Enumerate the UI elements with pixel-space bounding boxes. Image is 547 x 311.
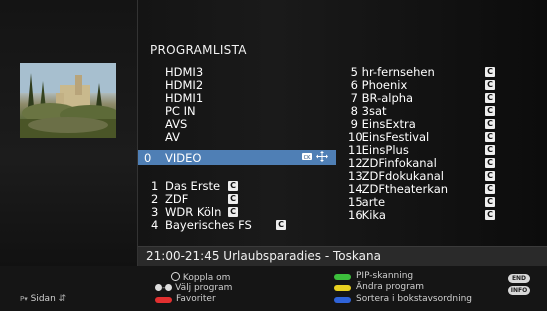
channel-list-left: 1 Das Erste C 2 ZDF C 3 WDR Köln C 4 Bayeris… bbox=[151, 180, 286, 232]
crypto-icon: C bbox=[485, 80, 495, 90]
crypto-icon: C bbox=[485, 132, 495, 142]
program-info-text: 21:00-21:45 Urlaubsparadies - Toskana bbox=[146, 249, 381, 263]
page-title: PROGRAMLISTA bbox=[150, 43, 247, 57]
preview-thumbnail bbox=[20, 63, 116, 138]
crypto-icon: C bbox=[485, 197, 495, 207]
edit-program-hint: Ändra program bbox=[356, 282, 425, 292]
ok-icon bbox=[171, 272, 180, 281]
svg-text:CK: CK bbox=[304, 155, 311, 161]
list-item[interactable]: AV bbox=[165, 131, 203, 144]
crypto-icon: C bbox=[485, 145, 495, 155]
selected-row-video[interactable]: 0 VIDEO CK bbox=[138, 150, 336, 165]
select-program-hint: - Välj program bbox=[155, 283, 232, 293]
crypto-icon: C bbox=[485, 93, 495, 103]
input-source-list: HDMI3 HDMI2 HDMI1 PC IN AVS AV bbox=[165, 66, 203, 144]
page-up-down-icon: P▾ bbox=[20, 295, 28, 303]
blue-key-icon bbox=[334, 297, 351, 303]
digit-9-icon bbox=[165, 284, 173, 291]
crypto-icon: C bbox=[485, 67, 495, 77]
yellow-key-icon bbox=[334, 285, 351, 291]
favorites-hint: Favoriter bbox=[176, 294, 216, 304]
program-info-bar: 21:00-21:45 Urlaubsparadies - Toskana bbox=[138, 246, 547, 267]
channel-row[interactable]: 16 Kika C bbox=[348, 209, 508, 222]
channel-list-right: 5 hr-fernsehen C 6 Phoenix C 7 BR-alpha C 8… bbox=[348, 66, 508, 222]
crypto-icon: C bbox=[485, 106, 495, 116]
page-hint: P▾ Sidan ⇵ bbox=[20, 294, 67, 304]
selected-label: VIDEO bbox=[165, 151, 202, 165]
pip-scan-hint: PIP-skanning bbox=[356, 271, 414, 281]
crypto-icon: C bbox=[228, 181, 238, 191]
crypto-icon: C bbox=[485, 184, 495, 194]
footer-help: P▾ Sidan ⇵ Koppla om - Välj program Favo… bbox=[0, 266, 547, 311]
program-list-screen: PROGRAMLISTA HDMI3 HDMI2 HDMI1 PC IN AVS… bbox=[0, 0, 547, 311]
crypto-icon: C bbox=[485, 158, 495, 168]
red-key-icon bbox=[155, 297, 172, 303]
digit-0-icon bbox=[155, 284, 162, 291]
connect-hint: Koppla om bbox=[171, 272, 230, 283]
channel-row[interactable]: 4 Bayerisches FS C bbox=[151, 219, 286, 232]
arrows-icon: ⇵ bbox=[58, 294, 67, 304]
crypto-icon: C bbox=[485, 171, 495, 181]
selected-num: 0 bbox=[144, 151, 152, 165]
green-key-icon bbox=[334, 274, 351, 280]
crypto-icon: C bbox=[228, 207, 238, 217]
move-icon: CK bbox=[302, 151, 330, 165]
crypto-icon: C bbox=[485, 119, 495, 129]
crypto-icon: C bbox=[485, 210, 495, 220]
crypto-icon: C bbox=[228, 194, 238, 204]
panel-divider bbox=[137, 0, 138, 266]
sort-hint: Sortera i bokstavsordning bbox=[356, 294, 472, 304]
crypto-icon: C bbox=[276, 220, 286, 230]
landscape-image bbox=[20, 63, 116, 138]
info-key-icon: INFO bbox=[508, 286, 530, 295]
end-key-icon: END bbox=[508, 274, 530, 283]
